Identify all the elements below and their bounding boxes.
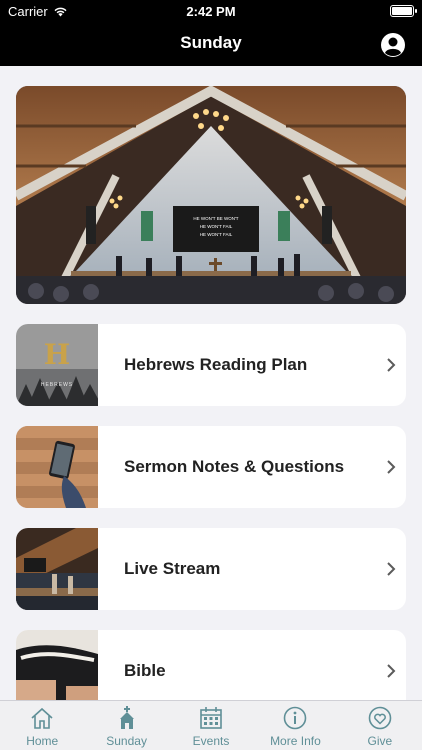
battery-icon <box>390 5 417 17</box>
info-icon <box>284 706 307 730</box>
tab-give[interactable]: Give <box>338 701 422 750</box>
svg-text:H: H <box>44 338 70 371</box>
tab-home[interactable]: Home <box>0 701 84 750</box>
home-icon <box>31 707 53 729</box>
tab-label: More Info <box>270 734 321 748</box>
sermon-notes-thumbnail <box>16 426 98 508</box>
tab-bar: Home Sunday Events More Info Give <box>0 700 422 750</box>
profile-button[interactable] <box>380 32 406 58</box>
card-live-stream[interactable]: Live Stream <box>16 528 406 610</box>
card-hebrews-reading-plan[interactable]: H HEBREWS Hebrews Reading Plan <box>16 324 406 406</box>
hebrews-thumb-label: HEBREWS <box>41 382 73 388</box>
chevron-right-icon <box>376 528 406 610</box>
screen-line-1: HE WON'T BE WON'T <box>193 216 238 221</box>
tab-label: Home <box>26 734 59 748</box>
tab-sunday[interactable]: Sunday <box>84 701 168 750</box>
chevron-right-icon <box>376 324 406 406</box>
church-icon <box>119 706 134 729</box>
tab-more-info[interactable]: More Info <box>253 701 337 750</box>
status-bar: Carrier 2:42 PM <box>0 0 422 22</box>
screen-line-2: HE WON'T FAIL <box>200 224 233 229</box>
card-label: Sermon Notes & Questions <box>124 457 345 476</box>
heart-icon <box>368 706 392 730</box>
screen-line-3: HE WON'T FAIL <box>200 232 233 237</box>
top-bar: Carrier 2:42 PM Sunday <box>0 0 422 66</box>
card-label: Bible <box>124 661 166 680</box>
card-label: Live Stream <box>124 559 221 578</box>
tab-label: Give <box>367 734 393 748</box>
card-label: Hebrews Reading Plan <box>124 355 308 374</box>
calendar-icon <box>200 707 222 729</box>
card-sermon-notes[interactable]: Sermon Notes & Questions <box>16 426 406 508</box>
page-title: Sunday <box>180 33 242 52</box>
tab-label: Sunday <box>106 734 147 748</box>
live-stream-thumbnail <box>16 528 98 610</box>
hebrews-thumbnail: H HEBREWS <box>16 324 98 406</box>
status-time: 2:42 PM <box>186 4 236 19</box>
church-interior-image: HE WON'T BE WON'T HE WON'T FAIL HE WON'T… <box>16 86 406 304</box>
hero-image[interactable]: HE WON'T BE WON'T HE WON'T FAIL HE WON'T… <box>16 86 406 304</box>
tab-events[interactable]: Events <box>169 701 253 750</box>
chevron-right-icon <box>376 426 406 508</box>
tab-label: Events <box>192 734 230 748</box>
